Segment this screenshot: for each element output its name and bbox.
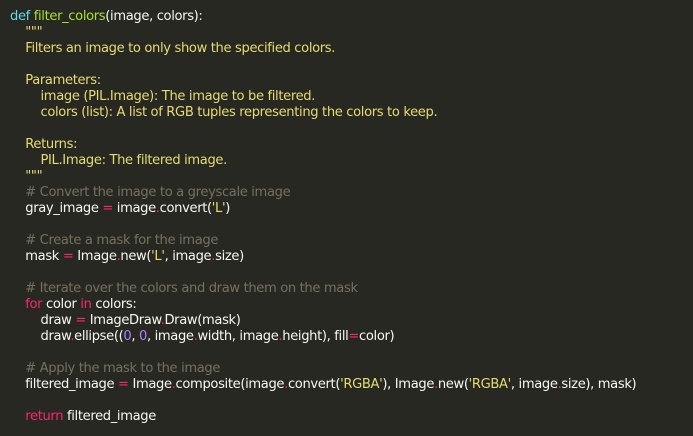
code-token: = [348, 329, 360, 344]
code-line: Returns: [10, 137, 693, 153]
code-token: composite(image [175, 377, 285, 392]
code-token: Parameters: [10, 73, 101, 88]
code-token: size) [215, 249, 244, 264]
code-token: def [10, 9, 34, 24]
code-line: """ [10, 169, 693, 185]
code-token: (image, colors): [105, 9, 203, 24]
code-token: height), fill [282, 329, 349, 344]
code-token: , image [510, 377, 558, 392]
code-token: for [10, 297, 43, 312]
code-line: Filters an image to only show the specif… [10, 41, 693, 57]
code-line: image (PIL.Image): The image to be filte… [10, 89, 693, 105]
code-token: in [80, 297, 92, 312]
code-token: ) [225, 201, 231, 216]
code-line: draw.ellipse((0, 0, image.width, image.h… [10, 329, 693, 345]
code-token: # Apply the mask to the image [10, 361, 221, 376]
code-token: mask [10, 249, 63, 264]
code-line: def filter_colors(image, colors): [10, 9, 693, 25]
code-token: 'L' [211, 201, 226, 216]
code-token: 'L' [151, 249, 165, 264]
code-token: size), mask) [561, 377, 637, 392]
code-token: = [118, 377, 129, 392]
code-token: filtered_image [10, 377, 119, 392]
code-token: new( [437, 377, 469, 392]
code-token: = [102, 201, 113, 216]
code-token: # Convert the image to a greyscale image [10, 185, 291, 200]
code-token: ellipse(( [74, 329, 124, 344]
code-token: image (PIL.Image): The image to be filte… [10, 89, 316, 104]
code-token: color [42, 297, 81, 312]
code-token: # Iterate over the colors and draw them … [10, 281, 358, 296]
code-token: Filters an image to only show the specif… [10, 41, 336, 56]
code-line: mask = Image.new('L', image.size) [10, 249, 693, 265]
code-token: , image [146, 329, 194, 344]
code-token: color) [359, 329, 395, 344]
code-token: , [131, 329, 139, 344]
code-line: PIL.Image: The filtered image. [10, 153, 693, 169]
code-token: ImageDraw [85, 313, 161, 328]
code-editor[interactable]: def filter_colors(image, colors): """ Fi… [0, 0, 693, 436]
code-token: ), Image [382, 377, 435, 392]
code-token: """ [10, 25, 43, 40]
code-line: # Convert the image to a greyscale image [10, 185, 693, 201]
code-line: """ [10, 25, 693, 41]
code-token: Image [128, 377, 172, 392]
code-token: width, image [197, 329, 279, 344]
code-token: colors (list): A list of RGB tuples repr… [10, 105, 438, 120]
code-line: Parameters: [10, 73, 693, 89]
code-token: draw [10, 329, 71, 344]
code-token: PIL.Image: The filtered image. [10, 153, 227, 168]
code-line: filtered_image = Image.composite(image.c… [10, 377, 693, 393]
code-token: return [10, 409, 64, 424]
code-token: convert( [159, 201, 212, 216]
code-line: for color in colors: [10, 297, 693, 313]
code-line: # Iterate over the colors and draw them … [10, 281, 693, 297]
code-token: filter_colors [33, 9, 106, 24]
code-token: 0 [138, 329, 147, 344]
code-line: gray_image = image.convert('L') [10, 201, 693, 217]
code-token: = [75, 313, 86, 328]
code-line: colors (list): A list of RGB tuples repr… [10, 105, 693, 121]
code-token: 'RGBA' [468, 377, 512, 392]
code-token: Returns: [10, 137, 78, 152]
code-line: # Create a mask for the image [10, 233, 693, 249]
code-token: = [62, 249, 74, 264]
code-token: Draw(mask) [164, 313, 241, 328]
code-line: draw = ImageDraw.Draw(mask) [10, 313, 693, 329]
code-line: return filtered_image [10, 409, 693, 425]
code-token: filtered_image [63, 409, 156, 424]
code-token: image [112, 201, 156, 216]
code-token: new( [120, 249, 152, 264]
code-token: gray_image [10, 201, 103, 216]
code-token: 'RGBA' [340, 377, 383, 392]
code-token: """ [10, 169, 43, 184]
code-token: colors: [91, 297, 137, 312]
code-token: convert( [287, 377, 341, 392]
code-token: # Create a mask for the image [10, 233, 219, 248]
code-token: Image [73, 249, 117, 264]
code-token: draw [10, 313, 76, 328]
code-line: # Apply the mask to the image [10, 361, 693, 377]
code-token: , image [164, 249, 212, 264]
